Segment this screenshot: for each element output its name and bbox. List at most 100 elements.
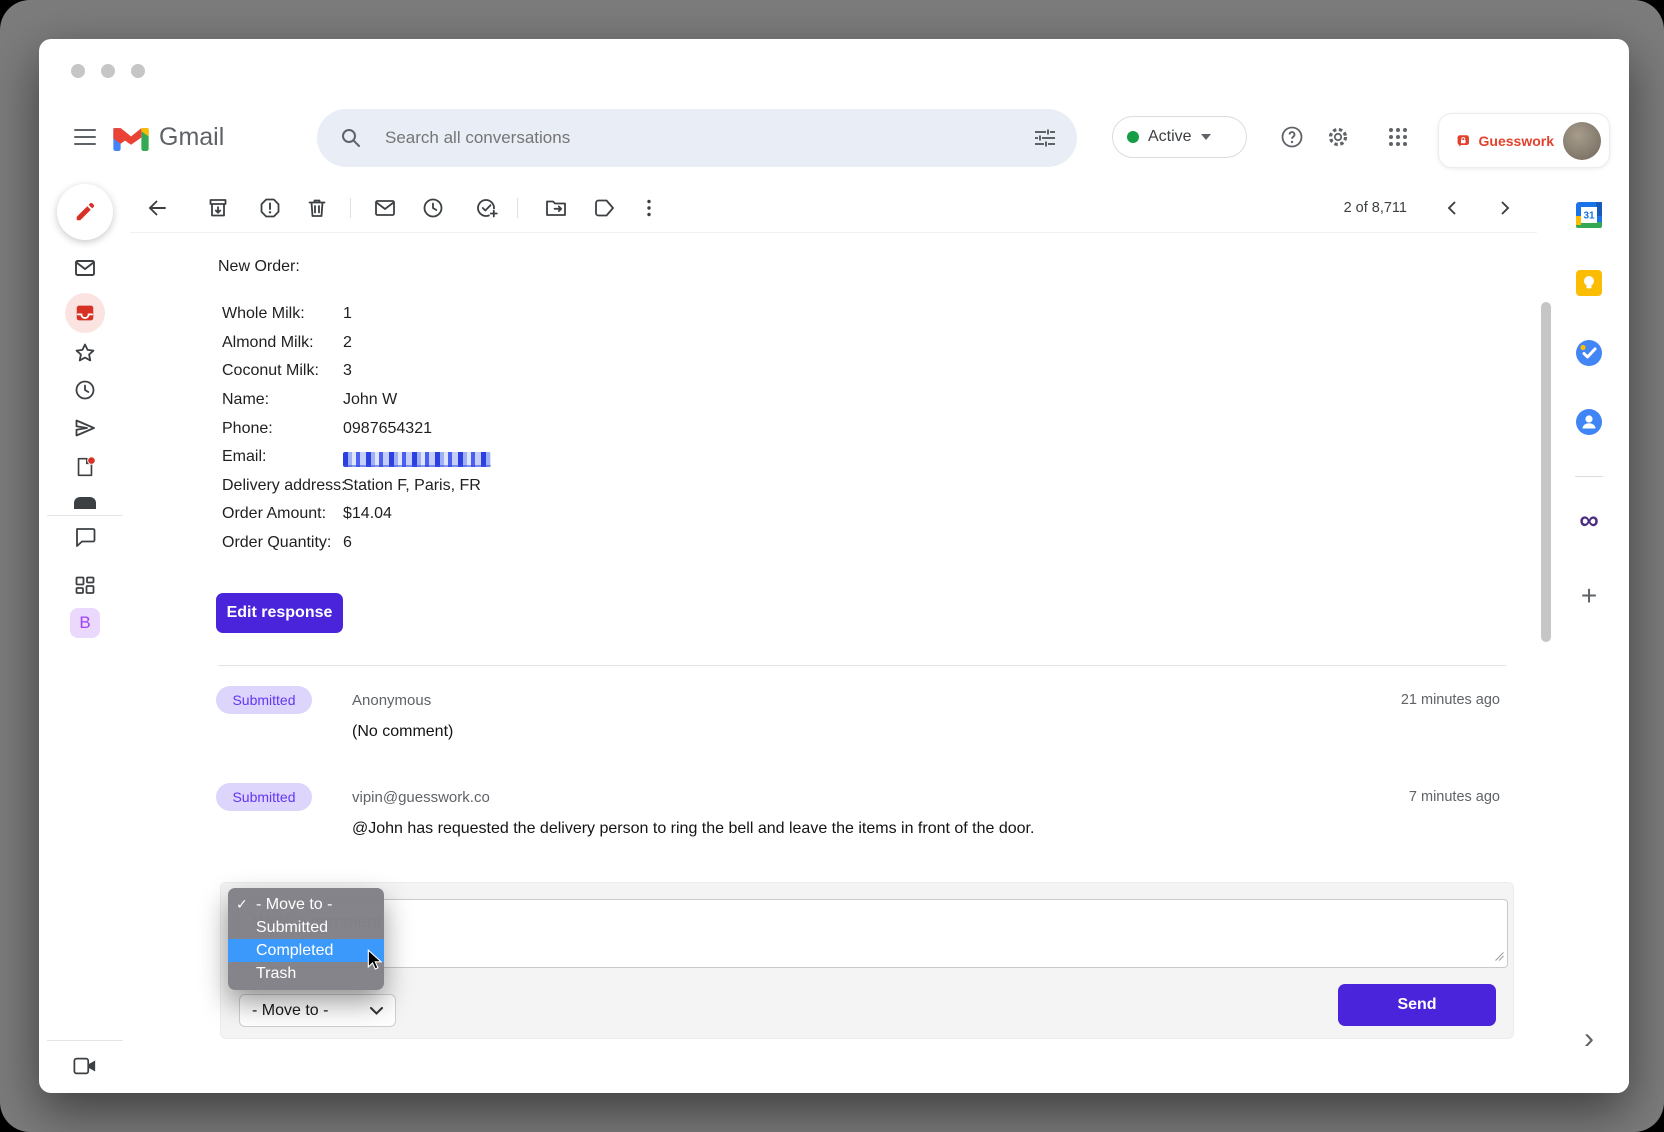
clock-icon bbox=[73, 378, 97, 402]
search-input[interactable] bbox=[383, 127, 1021, 149]
sidebar-item-spaces[interactable] bbox=[73, 573, 97, 597]
calendar-app-button[interactable]: 31 bbox=[1576, 202, 1602, 228]
comment-input[interactable] bbox=[238, 899, 1508, 968]
compose-button[interactable] bbox=[57, 184, 113, 240]
content-scrollbar-thumb[interactable] bbox=[1541, 302, 1551, 642]
sidebar-item-drafts[interactable] bbox=[73, 455, 97, 479]
newer-email-button[interactable] bbox=[1436, 192, 1468, 224]
back-to-inbox-button[interactable] bbox=[145, 196, 169, 220]
mark-unread-button[interactable] bbox=[373, 196, 397, 220]
textarea-resize-handle[interactable] bbox=[1495, 952, 1504, 961]
add-to-tasks-button[interactable] bbox=[475, 196, 499, 220]
help-button[interactable] bbox=[1274, 119, 1310, 155]
field-value: 3 bbox=[343, 362, 352, 380]
move-to-button[interactable] bbox=[544, 196, 568, 220]
sidebar-item-snoozed[interactable] bbox=[73, 378, 97, 402]
labels-button[interactable] bbox=[592, 196, 616, 220]
titlebar bbox=[39, 39, 1629, 94]
field-label: Almond Milk: bbox=[222, 334, 314, 352]
label-tag-icon bbox=[592, 196, 616, 220]
field-label: Coconut Milk: bbox=[222, 362, 319, 380]
report-spam-button[interactable] bbox=[258, 196, 282, 220]
sidebar-divider bbox=[47, 515, 123, 516]
sidebar-item-sent[interactable] bbox=[73, 416, 97, 440]
sidebar-item-inbox-active[interactable] bbox=[65, 293, 105, 333]
pagination-counter: 2 of 8,711 bbox=[1344, 200, 1407, 216]
addon-infinity-icon[interactable]: ∞ bbox=[1574, 505, 1604, 535]
send-button[interactable]: Send bbox=[1338, 984, 1496, 1026]
zoom-window-button[interactable] bbox=[131, 64, 145, 78]
minimize-window-button[interactable] bbox=[101, 64, 115, 78]
select-chevron-down-icon bbox=[370, 1007, 383, 1015]
redacted-email-link[interactable] bbox=[343, 452, 491, 467]
search-bar[interactable] bbox=[317, 109, 1077, 167]
comment-author: vipin@guesswork.co bbox=[352, 789, 490, 806]
availability-status-label: Active bbox=[1148, 128, 1192, 146]
field-value: Station F, Paris, FR bbox=[343, 477, 481, 495]
more-options-button[interactable] bbox=[637, 196, 661, 220]
inbox-icon bbox=[74, 302, 96, 324]
sidebar-item-chat[interactable] bbox=[73, 525, 97, 549]
google-tasks-icon bbox=[1576, 340, 1602, 366]
browser-window: Gmail Active Guesswork bbox=[39, 39, 1629, 1093]
sidebar-item-b-app[interactable]: B bbox=[70, 608, 100, 638]
field-value: 0987654321 bbox=[343, 420, 432, 438]
field-value: 6 bbox=[343, 534, 352, 552]
field-label: Delivery address: bbox=[222, 477, 346, 495]
svg-text:31: 31 bbox=[1583, 211, 1595, 222]
menu-option-trash[interactable]: Trash bbox=[228, 962, 384, 985]
close-window-button[interactable] bbox=[71, 64, 85, 78]
field-value: John W bbox=[343, 391, 397, 409]
snooze-button[interactable] bbox=[421, 196, 445, 220]
email-intro: New Order: bbox=[218, 258, 300, 276]
google-apps-button[interactable] bbox=[1380, 119, 1416, 155]
field-label: Email: bbox=[222, 448, 266, 466]
sidebar-item-clipped-icon[interactable] bbox=[74, 497, 96, 509]
gmail-m-icon bbox=[113, 124, 149, 151]
draft-document-icon bbox=[73, 454, 97, 480]
status-badge: Submitted bbox=[216, 783, 312, 811]
sidebar-item-mail[interactable] bbox=[73, 256, 97, 280]
main-menu-hamburger[interactable] bbox=[67, 119, 103, 155]
collapse-panel-chevron[interactable]: › bbox=[1574, 1024, 1604, 1054]
add-task-icon bbox=[475, 196, 499, 220]
edit-response-button[interactable]: Edit response bbox=[216, 593, 343, 633]
help-icon bbox=[1280, 125, 1304, 149]
contacts-app-button[interactable] bbox=[1576, 409, 1602, 435]
keep-app-button[interactable] bbox=[1576, 270, 1602, 296]
menu-option-move-to[interactable]: ✓- Move to - bbox=[228, 893, 384, 916]
account-pill[interactable]: Guesswork bbox=[1438, 113, 1610, 168]
google-calendar-icon: 31 bbox=[1576, 202, 1602, 228]
user-avatar[interactable] bbox=[1563, 122, 1601, 160]
report-spam-icon bbox=[258, 196, 282, 220]
get-addons-plus-button[interactable]: + bbox=[1574, 581, 1604, 611]
delete-button[interactable] bbox=[305, 196, 329, 220]
right-side-panel: 31 ∞ + › bbox=[1555, 179, 1629, 1093]
apps-grid-icon bbox=[1388, 127, 1408, 147]
compose-pencil-icon bbox=[74, 201, 96, 223]
send-icon bbox=[73, 416, 97, 440]
chevron-right-icon bbox=[1497, 200, 1513, 216]
sidebar-item-starred[interactable] bbox=[73, 341, 97, 365]
sidebar-item-meet[interactable] bbox=[73, 1054, 97, 1078]
field-label: Order Quantity: bbox=[222, 534, 331, 552]
settings-button[interactable] bbox=[1320, 119, 1356, 155]
toolbar-divider bbox=[517, 198, 518, 218]
chevron-down-icon bbox=[1201, 134, 1211, 140]
search-options-tune-icon[interactable] bbox=[1021, 114, 1069, 162]
field-label: Phone: bbox=[222, 420, 273, 438]
tasks-app-button[interactable] bbox=[1576, 340, 1602, 366]
menu-option-completed[interactable]: Completed bbox=[228, 939, 384, 962]
trash-icon bbox=[305, 196, 329, 220]
video-camera-icon bbox=[73, 1055, 97, 1077]
check-icon: ✓ bbox=[236, 893, 248, 916]
availability-status-dropdown[interactable]: Active bbox=[1112, 116, 1247, 158]
move-to-dropdown-menu: ✓- Move to - Submitted Completed Trash bbox=[228, 888, 384, 990]
kebab-menu-icon bbox=[637, 196, 661, 220]
toolbar-divider bbox=[350, 198, 351, 218]
menu-option-submitted[interactable]: Submitted bbox=[228, 916, 384, 939]
archive-button[interactable] bbox=[206, 196, 230, 220]
search-icon[interactable] bbox=[327, 114, 375, 162]
move-to-select[interactable]: - Move to - bbox=[239, 994, 396, 1027]
older-email-button[interactable] bbox=[1489, 192, 1521, 224]
